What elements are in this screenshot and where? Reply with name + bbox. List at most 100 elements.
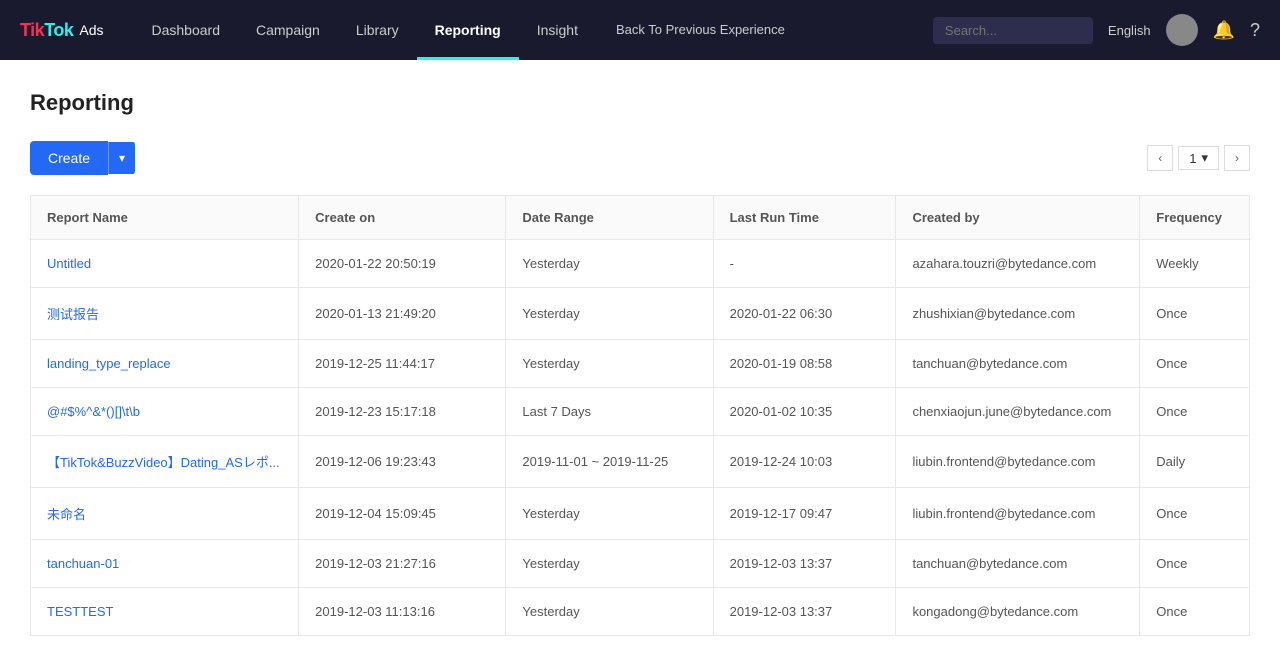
cell-created-by: chenxiaojun.june@bytedance.com (896, 388, 1140, 436)
report-name-link[interactable]: TESTTEST (47, 604, 113, 619)
cell-frequency: Once (1140, 588, 1250, 636)
cell-date-range: Yesterday (506, 240, 713, 288)
table-header: Report Name Create on Date Range Last Ru… (31, 196, 1250, 240)
cell-created-by: zhushixian@bytedance.com (896, 288, 1140, 340)
cell-create-on: 2019-12-03 11:13:16 (299, 588, 506, 636)
cell-created-by: kongadong@bytedance.com (896, 588, 1140, 636)
search-input[interactable] (933, 17, 1093, 44)
report-name-link[interactable]: 【TikTok&BuzzVideo】Dating_ASレポ... (47, 455, 280, 470)
cell-create-on: 2019-12-23 15:17:18 (299, 388, 506, 436)
cell-report-name: 【TikTok&BuzzVideo】Dating_ASレポ... (31, 436, 299, 488)
table-row: tanchuan-01 2019-12-03 21:27:16Yesterday2… (31, 540, 1250, 588)
cell-report-name: @#$%^&*()[]\t\b (31, 388, 299, 436)
cell-report-name: TESTTEST (31, 588, 299, 636)
logo-ads-text: Ads (79, 22, 103, 38)
header-last-run-time: Last Run Time (713, 196, 896, 240)
table-row: 未命名 2019-12-04 15:09:45Yesterday2019-12-1… (31, 488, 1250, 540)
header-date-range: Date Range (506, 196, 713, 240)
report-name-link[interactable]: landing_type_replace (47, 356, 171, 371)
header-report-name: Report Name (31, 196, 299, 240)
page-next-button[interactable]: › (1224, 145, 1250, 171)
nav-back-button[interactable]: Back To Previous Experience (596, 22, 805, 39)
table-row: landing_type_replace 2019-12-25 11:44:17Y… (31, 340, 1250, 388)
create-button[interactable]: Create (30, 141, 108, 175)
cell-date-range: 2019-11-01 ~ 2019-11-25 (506, 436, 713, 488)
bell-icon[interactable]: 🔔 (1213, 20, 1235, 41)
create-button-group: Create ▾ (30, 141, 135, 175)
cell-create-on: 2020-01-13 21:49:20 (299, 288, 506, 340)
table-body: Untitled2020-01-22 20:50:19Yesterday-aza… (31, 240, 1250, 636)
table-row: 【TikTok&BuzzVideo】Dating_ASレポ... 2019-12-… (31, 436, 1250, 488)
cell-created-by: tanchuan@bytedance.com (896, 340, 1140, 388)
nav-right: English 🔔 ? (933, 14, 1260, 46)
cell-date-range: Yesterday (506, 588, 713, 636)
cell-created-by: azahara.touzri@bytedance.com (896, 240, 1140, 288)
page-prev-button[interactable]: ‹ (1147, 145, 1173, 171)
language-selector[interactable]: English (1108, 23, 1151, 38)
nav-item-campaign[interactable]: Campaign (238, 0, 338, 60)
cell-create-on: 2019-12-06 19:23:43 (299, 436, 506, 488)
logo[interactable]: TikTok Ads (20, 20, 103, 41)
cell-report-name: landing_type_replace (31, 340, 299, 388)
cell-date-range: Yesterday (506, 340, 713, 388)
main-content: Reporting Create ▾ ‹ 1 ▾ › Report Name C… (0, 60, 1280, 666)
cell-report-name: tanchuan-01 (31, 540, 299, 588)
cell-create-on: 2019-12-04 15:09:45 (299, 488, 506, 540)
header-frequency: Frequency (1140, 196, 1250, 240)
toolbar: Create ▾ ‹ 1 ▾ › (30, 141, 1250, 175)
cell-last-run-time: 2020-01-22 06:30 (713, 288, 896, 340)
nav-links: Dashboard Campaign Library Reporting Ins… (133, 0, 932, 60)
top-navigation: TikTok Ads Dashboard Campaign Library Re… (0, 0, 1280, 60)
cell-frequency: Once (1140, 288, 1250, 340)
cell-date-range: Yesterday (506, 288, 713, 340)
avatar[interactable] (1166, 14, 1198, 46)
nav-item-reporting[interactable]: Reporting (417, 0, 519, 60)
cell-last-run-time: 2019-12-24 10:03 (713, 436, 896, 488)
cell-created-by: tanchuan@bytedance.com (896, 540, 1140, 588)
nav-item-library[interactable]: Library (338, 0, 417, 60)
cell-date-range: Yesterday (506, 488, 713, 540)
nav-item-dashboard[interactable]: Dashboard (133, 0, 238, 60)
cell-last-run-time: 2020-01-02 10:35 (713, 388, 896, 436)
cell-frequency: Weekly (1140, 240, 1250, 288)
report-name-link[interactable]: tanchuan-01 (47, 556, 119, 571)
cell-created-by: liubin.frontend@bytedance.com (896, 436, 1140, 488)
cell-frequency: Once (1140, 540, 1250, 588)
cell-date-range: Yesterday (506, 540, 713, 588)
table-row: TESTTEST 2019-12-03 11:13:16Yesterday2019… (31, 588, 1250, 636)
header-create-on: Create on (299, 196, 506, 240)
table-row: Untitled2020-01-22 20:50:19Yesterday-aza… (31, 240, 1250, 288)
cell-create-on: 2019-12-03 21:27:16 (299, 540, 506, 588)
cell-frequency: Daily (1140, 436, 1250, 488)
cell-create-on: 2019-12-25 11:44:17 (299, 340, 506, 388)
cell-frequency: Once (1140, 340, 1250, 388)
report-name-link[interactable]: Untitled (47, 256, 91, 271)
create-dropdown-arrow[interactable]: ▾ (108, 142, 135, 174)
cell-last-run-time: 2019-12-03 13:37 (713, 588, 896, 636)
report-table: Report Name Create on Date Range Last Ru… (30, 195, 1250, 636)
page-dropdown-icon[interactable]: ▾ (1201, 150, 1208, 166)
page-title: Reporting (30, 90, 1250, 116)
cell-last-run-time: 2019-12-17 09:47 (713, 488, 896, 540)
table-row: @#$%^&*()[]\t\b 2019-12-23 15:17:18Last 7… (31, 388, 1250, 436)
help-icon[interactable]: ? (1250, 20, 1260, 41)
cell-frequency: Once (1140, 388, 1250, 436)
cell-report-name: 测试报告 (31, 288, 299, 340)
cell-report-name: Untitled (31, 240, 299, 288)
cell-last-run-time: 2020-01-19 08:58 (713, 340, 896, 388)
cell-last-run-time: 2019-12-03 13:37 (713, 540, 896, 588)
pagination: ‹ 1 ▾ › (1147, 145, 1250, 171)
report-name-link[interactable]: 未命名 (47, 507, 86, 522)
cell-frequency: Once (1140, 488, 1250, 540)
report-name-link[interactable]: @#$%^&*()[]\t\b (47, 404, 140, 419)
cell-created-by: liubin.frontend@bytedance.com (896, 488, 1140, 540)
cell-report-name: 未命名 (31, 488, 299, 540)
nav-item-insight[interactable]: Insight (519, 0, 596, 60)
report-name-link[interactable]: 测试报告 (47, 307, 99, 322)
cell-create-on: 2020-01-22 20:50:19 (299, 240, 506, 288)
table-row: 测试报告 2020-01-13 21:49:20Yesterday2020-01-… (31, 288, 1250, 340)
cell-date-range: Last 7 Days (506, 388, 713, 436)
header-created-by: Created by (896, 196, 1140, 240)
logo-tiktok-text: TikTok (20, 20, 73, 41)
page-number: 1 ▾ (1178, 146, 1219, 170)
